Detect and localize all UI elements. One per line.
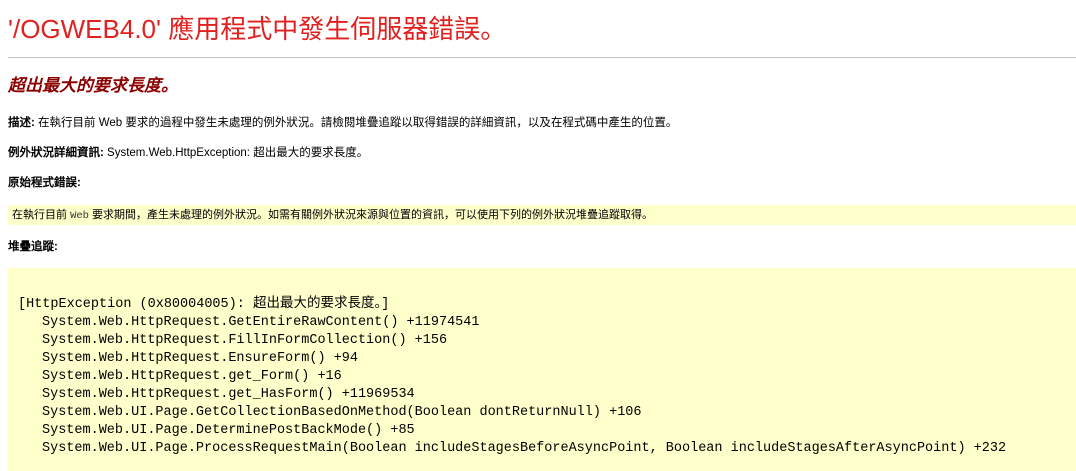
stack-trace-line: System.Web.UI.Page.ProcessRequestMain(Bo… — [42, 441, 1007, 456]
stack-trace-line: System.Web.HttpRequest.GetEntireRawConte… — [42, 315, 480, 330]
exception-details-label: 例外狀況詳細資訊: — [8, 147, 104, 159]
source-error-text-before: 在執行目前 — [12, 209, 71, 221]
source-error-message: 在執行目前 Web 要求期間，產生未處理的例外狀況。如需有關例外狀況來源與位置的… — [12, 207, 653, 224]
stack-trace-line: System.Web.UI.Page.GetCollectionBasedOnM… — [42, 405, 642, 420]
stack-trace-list: System.Web.HttpRequest.GetEntireRawConte… — [42, 314, 1006, 458]
description-text: 在執行目前 Web 要求的過程中發生未處理的例外狀況。請檢閱堆疊追蹤以取得錯誤的… — [34, 117, 678, 129]
source-error-code: Web — [70, 210, 89, 222]
source-error-box: 在執行目前 Web 要求期間，產生未處理的例外狀況。如需有關例外狀況來源與位置的… — [8, 205, 1076, 225]
stack-trace-line: System.Web.UI.Page.DeterminePostBackMode… — [42, 423, 415, 438]
stack-trace-box: [HttpException (0x80004005): 超出最大的要求長度。]… — [8, 268, 1076, 471]
page-title: '/OGWEB4.0' 應用程式中發生伺服器錯誤。 — [8, 14, 507, 44]
stack-trace-section: 堆疊追蹤: — [8, 239, 58, 255]
stack-trace-line: System.Web.HttpRequest.FillInFormCollect… — [42, 333, 448, 348]
source-error-section: 原始程式錯誤: — [8, 175, 81, 191]
stack-trace-header: [HttpException (0x80004005): 超出最大的要求長度。] — [18, 297, 390, 312]
stack-trace-line: System.Web.HttpRequest.get_Form() +16 — [42, 369, 342, 384]
description-section: 描述: 在執行目前 Web 要求的過程中發生未處理的例外狀況。請檢閱堆疊追蹤以取… — [8, 115, 677, 131]
source-error-label: 原始程式錯誤: — [8, 177, 81, 189]
source-error-text-after: 要求期間，產生未處理的例外狀況。如需有關例外狀況來源與位置的資訊，可以使用下列的… — [88, 209, 654, 221]
stack-trace-line: System.Web.HttpRequest.EnsureForm() +94 — [42, 351, 358, 366]
exception-details-text: System.Web.HttpException: 超出最大的要求長度。 — [103, 147, 369, 159]
exception-details-section: 例外狀況詳細資訊: System.Web.HttpException: 超出最大… — [8, 145, 368, 161]
error-message: 超出最大的要求長度。 — [8, 76, 178, 95]
stack-trace-line: System.Web.HttpRequest.get_HasForm() +11… — [42, 387, 415, 402]
description-label: 描述: — [8, 117, 35, 129]
stack-trace-label: 堆疊追蹤: — [8, 241, 58, 253]
title-divider — [8, 57, 1076, 58]
